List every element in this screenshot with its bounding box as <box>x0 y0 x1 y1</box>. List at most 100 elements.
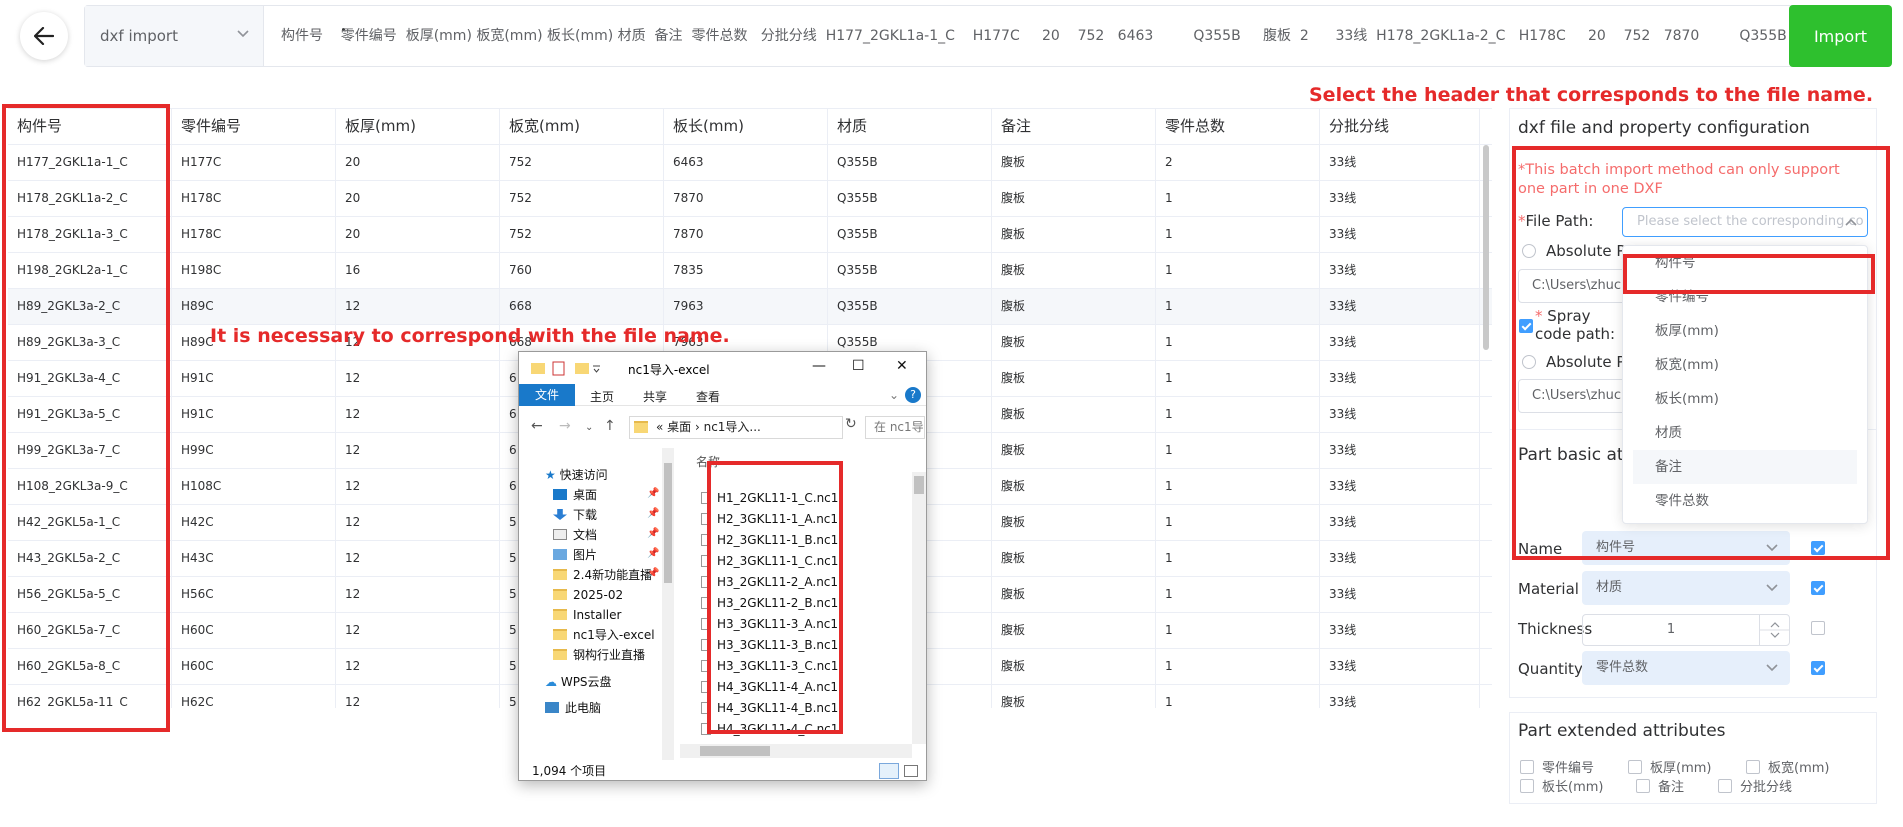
table-cell: Q355B <box>828 217 992 252</box>
table-cell: H108C <box>172 469 336 504</box>
table-cell: 腹板 <box>992 613 1156 648</box>
table-cell: 33线 <box>1320 361 1480 396</box>
chevron-down-icon <box>237 30 249 38</box>
column-header[interactable]: 零件编号 <box>172 109 336 144</box>
table-cell: 33线 <box>1320 289 1480 324</box>
checkbox[interactable] <box>1746 760 1760 774</box>
checkbox[interactable] <box>1718 779 1732 793</box>
table-row[interactable]: H198_2GKL2a-1_C H198C 16 760 7835 Q355B 腹板 1 33线 <box>8 253 1492 289</box>
ribbon-tab-file[interactable]: 文件 <box>519 384 575 406</box>
table-cell: 7963 <box>664 289 828 324</box>
ribbon-tab-view[interactable]: 查看 <box>696 388 720 405</box>
nav-item-folder[interactable]: 2025-02 <box>553 586 623 604</box>
column-header[interactable]: 备注 <box>992 109 1156 144</box>
back-button[interactable] <box>20 12 68 60</box>
thickness-enabled-checkbox[interactable] <box>1811 621 1825 635</box>
thickness-stepper[interactable] <box>1759 615 1790 645</box>
column-header[interactable]: 板厚(mm) <box>336 109 500 144</box>
quantity-enabled-checkbox[interactable] <box>1811 661 1825 675</box>
table-cell: 1 <box>1156 577 1320 612</box>
nav-item-folder[interactable]: 2.4新功能直播 <box>553 566 652 584</box>
table-cell: H178C <box>172 217 336 252</box>
table-cell: 16 <box>336 253 500 288</box>
checkbox[interactable] <box>1520 760 1534 774</box>
table-cell: 33线 <box>1320 505 1480 540</box>
table-row[interactable]: H177_2GKL1a-1_C H177C 20 752 6463 Q355B 腹板 2 33线 <box>8 145 1492 181</box>
help-icon[interactable]: ? <box>905 387 921 403</box>
up-arrow-icon[interactable]: ↑ <box>604 418 616 434</box>
table-cell: H91C <box>172 361 336 396</box>
nav-item-downloads[interactable]: 下载 <box>553 506 597 524</box>
table-row[interactable]: H178_2GKL1a-2_C H178C 20 752 7870 Q355B 腹板 1 33线 <box>8 181 1492 217</box>
extended-option[interactable]: 零件编号 <box>1520 757 1594 776</box>
table-cell: 20 <box>336 217 500 252</box>
close-icon[interactable]: ✕ <box>896 358 908 374</box>
forward-arrow-icon[interactable]: → <box>559 418 571 434</box>
table-cell: 1 <box>1156 217 1320 252</box>
item-count: 1,094 个项目 <box>532 764 607 778</box>
table-row[interactable]: H178_2GKL1a-3_C H178C 20 752 7870 Q355B 腹板 1 33线 <box>8 217 1492 253</box>
quantity-label: Quantity <box>1518 660 1583 678</box>
nav-item-pictures[interactable]: 图片 <box>553 546 597 564</box>
import-type-select[interactable]: dxf import <box>85 6 264 66</box>
table-cell: Q355B <box>828 181 992 216</box>
refresh-icon[interactable]: ↻ <box>845 416 857 432</box>
extended-option[interactable]: 板厚(mm) <box>1628 757 1711 776</box>
table-scrollbar[interactable] <box>1483 145 1489 350</box>
column-header[interactable]: 零件总数 <box>1156 109 1320 144</box>
nav-item-quick-access[interactable]: ★ 快速访问 <box>545 466 608 484</box>
nav-item-this-pc[interactable]: 此电脑 <box>545 699 601 717</box>
table-cell: 1 <box>1156 361 1320 396</box>
checkbox[interactable] <box>1628 760 1642 774</box>
table-cell: 33线 <box>1320 649 1480 684</box>
table-cell: Q355B <box>828 145 992 180</box>
large-icons-view-icon[interactable] <box>904 765 918 777</box>
import-button[interactable]: Import <box>1789 5 1892 67</box>
column-header[interactable]: 分批分线 <box>1320 109 1480 144</box>
ribbon-tab-share[interactable]: 共享 <box>643 388 667 405</box>
quantity-select[interactable]: 零件总数 <box>1582 651 1790 685</box>
ribbon-tab-home[interactable]: 主页 <box>590 388 614 405</box>
checkbox[interactable] <box>1520 779 1534 793</box>
nav-item-folder[interactable]: nc1导入-excel <box>553 626 655 644</box>
checkbox[interactable] <box>1636 779 1650 793</box>
thickness-input[interactable]: 1 <box>1582 614 1790 646</box>
back-arrow-icon[interactable]: ← <box>531 418 543 434</box>
table-cell: H89C <box>172 289 336 324</box>
nav-item-wps-cloud[interactable]: ☁ WPS云盘 <box>545 673 612 691</box>
explorer-ribbon: 文件 主页 共享 查看 ⌄ ? <box>519 384 926 406</box>
nav-item-folder[interactable]: Installer <box>553 606 621 624</box>
nav-item-desktop[interactable]: 桌面 <box>553 486 597 504</box>
chevron-down-icon[interactable]: ⌄ <box>889 388 899 402</box>
table-cell: 33线 <box>1320 541 1480 576</box>
extended-option[interactable]: 备注 <box>1636 776 1684 795</box>
table-cell: 33线 <box>1320 613 1480 648</box>
folder-icon <box>634 421 648 433</box>
address-bar[interactable]: « 桌面 › nc1导入... <box>629 416 843 439</box>
nav-item-documents[interactable]: 文档 <box>553 526 597 544</box>
recent-dropdown-icon[interactable]: ⌄ <box>585 422 593 433</box>
material-enabled-checkbox[interactable] <box>1811 581 1825 595</box>
extended-option[interactable]: 板宽(mm) <box>1746 757 1829 776</box>
minimize-icon[interactable]: — <box>812 358 826 374</box>
file-h-scrollbar[interactable] <box>680 744 912 758</box>
material-select[interactable]: 材质 <box>1582 571 1790 605</box>
highlight-files-box <box>707 461 843 734</box>
nav-scrollbar[interactable] <box>662 448 674 760</box>
nav-item-folder[interactable]: 钢构行业直播 <box>553 646 645 664</box>
file-scrollbar[interactable] <box>912 472 926 744</box>
explorer-search-input[interactable]: 在 nc1导... <box>865 416 925 439</box>
table-row[interactable]: H89_2GKL3a-2_C H89C 12 668 7963 Q355B 腹板 1 33线 <box>8 289 1492 325</box>
table-cell: 1 <box>1156 253 1320 288</box>
extended-option[interactable]: 板长(mm) <box>1520 776 1603 795</box>
maximize-icon[interactable]: ☐ <box>852 358 865 374</box>
column-header[interactable]: 板宽(mm) <box>500 109 664 144</box>
column-header[interactable]: 材质 <box>828 109 992 144</box>
details-view-icon[interactable] <box>879 763 899 779</box>
table-cell: H56C <box>172 577 336 612</box>
chevron-down-icon <box>1766 584 1778 592</box>
table-cell: 腹板 <box>992 541 1156 576</box>
column-header[interactable]: 板长(mm) <box>664 109 828 144</box>
extended-option[interactable]: 分批分线 <box>1718 776 1792 795</box>
table-cell: 腹板 <box>992 685 1156 708</box>
